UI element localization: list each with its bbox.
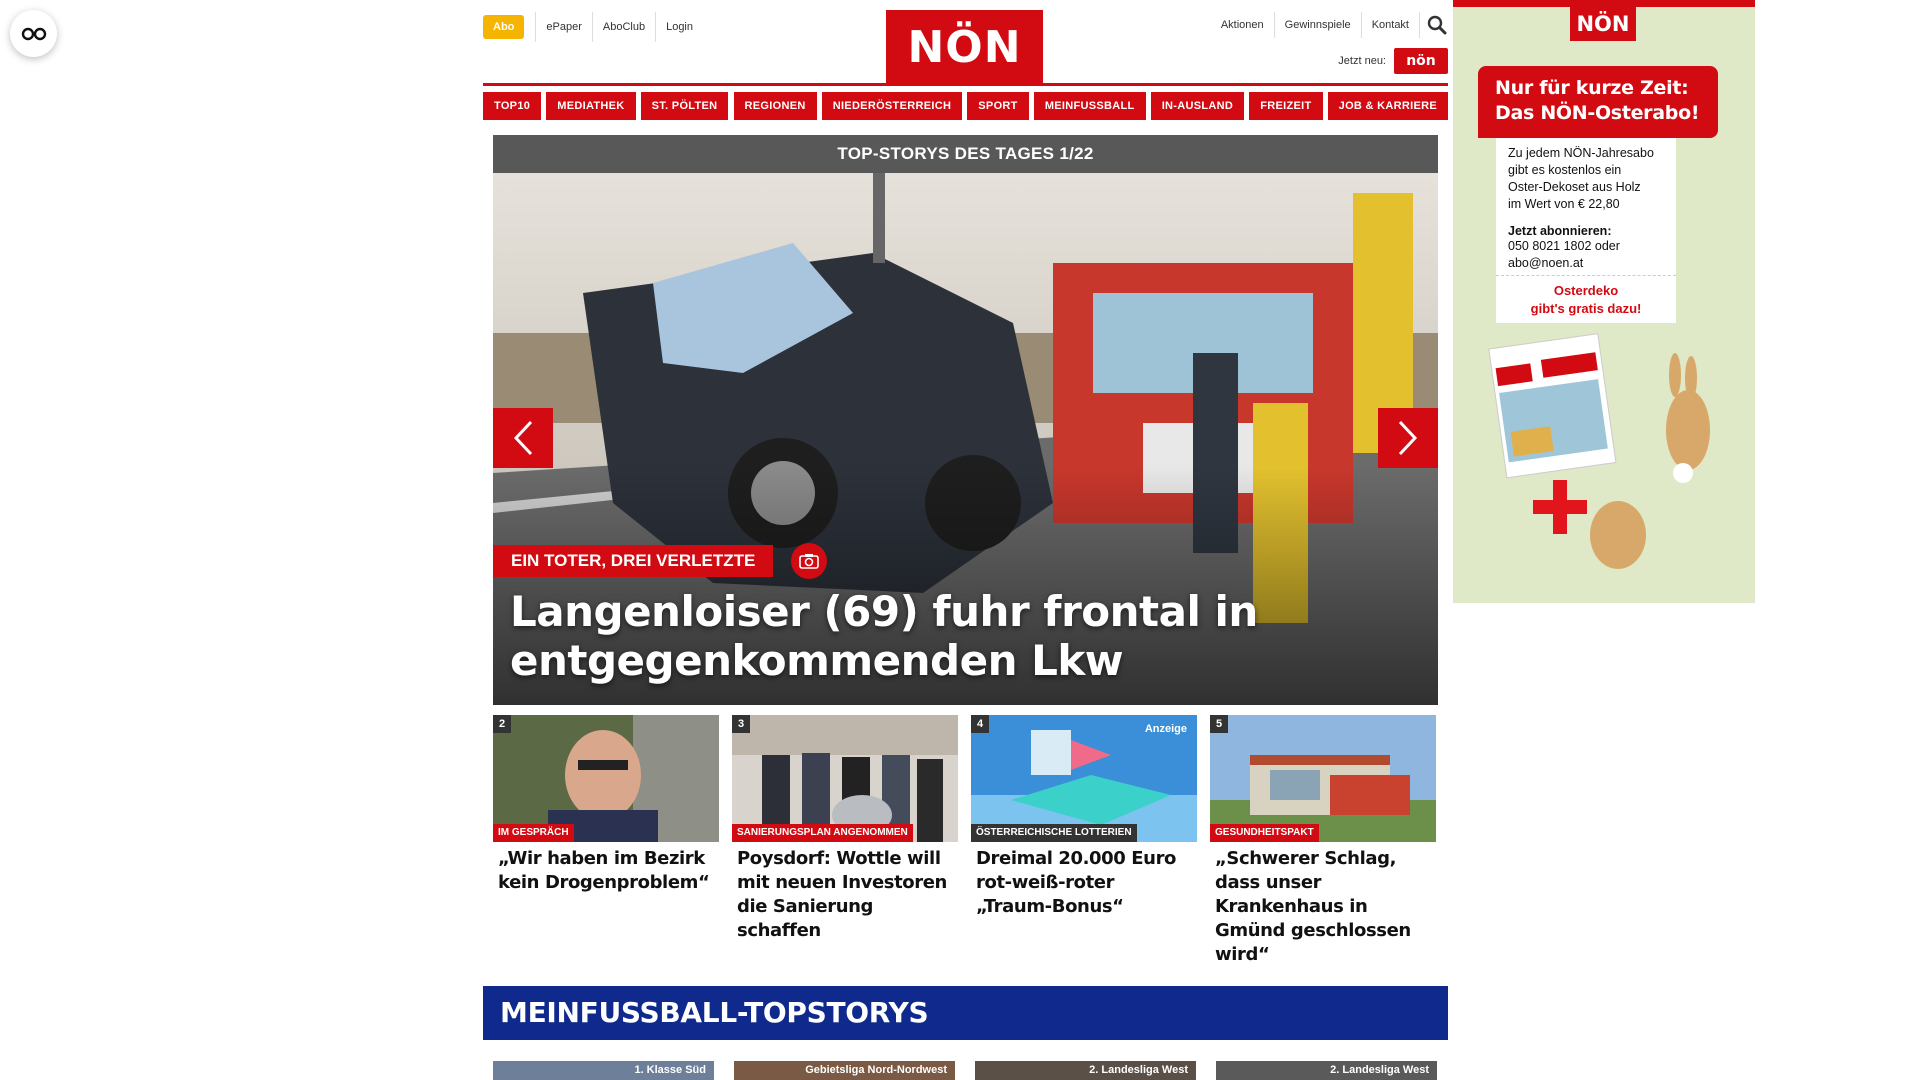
hero-headline[interactable]: Langenloiser (69) fuhr frontal in entgeg… xyxy=(510,587,1390,685)
ad-headline-line-2: Das NÖN-Osterabo! xyxy=(1495,102,1700,124)
teaser-tag: IM GESPRÄCH xyxy=(493,824,574,842)
slider-prev-button[interactable] xyxy=(493,408,553,468)
meinfussball-card[interactable]: 2. Landesliga West xyxy=(1216,1061,1437,1080)
teaser-title[interactable]: „Schwerer Schlag, dass unser Krankenhaus… xyxy=(1210,842,1436,967)
abo-button[interactable]: Abo xyxy=(483,15,525,39)
teaser-image[interactable]: 4 Anzeige ÖSTERREICHISCHE LOTTERIEN xyxy=(971,715,1197,842)
ad-body-1: Zu jedem NÖN-Jahresabo xyxy=(1508,146,1654,160)
teaser-tag: ÖSTERREICHISCHE LOTTERIEN xyxy=(971,824,1137,842)
ad-osterdeko: Osterdeko gibt's gratis dazu! xyxy=(1496,275,1676,323)
aboclub-link[interactable]: AboClub xyxy=(591,12,655,42)
meinfussball-card[interactable]: 2. Landesliga West xyxy=(975,1061,1196,1080)
teaser-title[interactable]: „Wir haben im Bezirk kein Drogenproblem“ xyxy=(493,842,719,895)
ad-body-2: gibt es kostenlos ein xyxy=(1508,163,1622,177)
league-label: 1. Klasse Süd xyxy=(634,1064,706,1076)
league-label: Gebietsliga Nord-Nordwest xyxy=(805,1064,947,1076)
jetzt-neu-label: Jetzt neu: xyxy=(1338,55,1386,67)
teaser-card[interactable]: 3 SANIERUNGSPLAN ANGENOMMEN Poysdorf: Wo… xyxy=(732,715,958,943)
ad-osterdeko-line-2: gibt's gratis dazu! xyxy=(1530,301,1642,316)
nav-item-mediathek[interactable]: MEDIATHEK xyxy=(546,92,636,120)
osterabo-advertisement[interactable]: NÖN Nur für kurze Zeit: Das NÖN-Osterabo… xyxy=(1453,0,1755,603)
ad-body-4: im Wert von € 22,80 xyxy=(1508,197,1620,211)
nav-item-meinfussball[interactable]: MEINFUSSBALL xyxy=(1033,92,1146,120)
jetzt-neu: Jetzt neu: nön xyxy=(1338,48,1448,74)
nav-item-sport[interactable]: SPORT xyxy=(967,92,1029,120)
die-kleine-noen-logo[interactable]: nön xyxy=(1394,48,1448,74)
login-link[interactable]: Login xyxy=(655,12,703,42)
teaser-image[interactable]: 3 SANIERUNGSPLAN ANGENOMMEN xyxy=(732,715,958,842)
site-header: Abo ePaper AboClub Login NÖN Aktionen Ge… xyxy=(483,0,1448,86)
logo-text: NÖN xyxy=(907,21,1022,73)
ad-osterdeko-line-1: Osterdeko xyxy=(1553,283,1619,298)
teaser-image[interactable]: 5 GESUNDHEITSPAKT xyxy=(1210,715,1436,842)
ad-body-3: Oster-Dekoset aus Holz xyxy=(1508,180,1641,194)
main-nav: TOP10 MEDIATHEK ST. PÖLTEN REGIONEN NIED… xyxy=(483,83,1448,120)
ad-cta: Jetzt abonnieren: xyxy=(1508,224,1612,238)
ad-noen-logo: NÖN xyxy=(1570,7,1636,41)
nav-item-regionen[interactable]: REGIONEN xyxy=(733,92,817,120)
ad-headline: Nur für kurze Zeit: Das NÖN-Osterabo! xyxy=(1478,66,1718,138)
search-icon[interactable] xyxy=(1426,14,1448,36)
hero-kicker: EIN TOTER, DREI VERLETZTE xyxy=(493,545,774,577)
nav-item-st-poelten[interactable]: ST. PÖLTEN xyxy=(640,92,729,120)
camera-icon xyxy=(791,543,828,579)
teaser-title[interactable]: Dreimal 20.000 Euro rot-weiß-roter „Trau… xyxy=(971,842,1197,919)
teaser-tag: GESUNDHEITSPAKT xyxy=(1210,824,1319,842)
meinfussball-section-title[interactable]: MEINFUSSBALL-TOPSTORYS xyxy=(483,986,1448,1040)
teaser-card[interactable]: 4 Anzeige ÖSTERREICHISCHE LOTTERIEN Drei… xyxy=(971,715,1197,919)
nav-item-niederoesterreich[interactable]: NIEDERÖSTERREICH xyxy=(821,92,963,120)
teaser-number: 5 xyxy=(1210,715,1228,733)
page: Abo ePaper AboClub Login NÖN Aktionen Ge… xyxy=(0,0,1920,1080)
league-label: 2. Landesliga West xyxy=(1089,1064,1188,1076)
teaser-tag: SANIERUNGSPLAN ANGENOMMEN xyxy=(732,824,913,842)
nav-item-top10[interactable]: TOP10 xyxy=(483,92,542,120)
ad-product-illustration xyxy=(1488,333,1710,569)
glasses-icon xyxy=(21,27,46,40)
gewinnspiele-link[interactable]: Gewinnspiele xyxy=(1275,12,1362,38)
ad-email: abo@noen.at xyxy=(1508,256,1584,270)
aktionen-link[interactable]: Aktionen xyxy=(1211,12,1275,38)
teaser-number: 4 xyxy=(971,715,989,733)
league-label: 2. Landesliga West xyxy=(1330,1064,1429,1076)
meinfussball-card[interactable]: 1. Klasse Süd xyxy=(493,1061,714,1080)
kontakt-link[interactable]: Kontakt xyxy=(1362,12,1420,38)
teaser-title[interactable]: Poysdorf: Wottle will mit neuen Investor… xyxy=(732,842,958,943)
meinfussball-card[interactable]: Gebietsliga Nord-Nordwest xyxy=(734,1061,955,1080)
teaser-card[interactable]: 5 GESUNDHEITSPAKT „Schwerer Schlag, dass… xyxy=(1210,715,1436,967)
ad-label: Anzeige xyxy=(1144,723,1187,735)
nav-item-freizeit[interactable]: FREIZEIT xyxy=(1249,92,1323,120)
slider-next-button[interactable] xyxy=(1378,408,1438,468)
accessibility-button[interactable] xyxy=(10,10,57,57)
ad-headline-line-1: Nur für kurze Zeit: xyxy=(1495,77,1689,99)
ad-top-line xyxy=(1453,0,1755,7)
slider-title: TOP-STORYS DES TAGES 1/22 xyxy=(493,135,1438,173)
teaser-number: 2 xyxy=(493,715,511,733)
nav-item-job-karriere[interactable]: JOB & KARRIERE xyxy=(1327,92,1448,120)
nav-item-in-ausland[interactable]: IN-AUSLAND xyxy=(1150,92,1245,120)
chevron-right-icon xyxy=(1398,420,1418,456)
noen-logo[interactable]: NÖN xyxy=(886,10,1043,84)
ad-phone: 050 8021 1802 oder xyxy=(1508,239,1620,253)
chevron-left-icon xyxy=(513,420,533,456)
epaper-link[interactable]: ePaper xyxy=(535,12,591,42)
teaser-number: 3 xyxy=(732,715,750,733)
teaser-image[interactable]: 2 IM GESPRÄCH xyxy=(493,715,719,842)
hero-kicker-row: EIN TOTER, DREI VERLETZTE xyxy=(493,543,828,579)
top-right-links: Aktionen Gewinnspiele Kontakt xyxy=(1211,12,1448,38)
top-left-links: Abo ePaper AboClub Login xyxy=(483,12,703,42)
teaser-card[interactable]: 2 IM GESPRÄCH „Wir haben im Bezirk kein … xyxy=(493,715,719,895)
